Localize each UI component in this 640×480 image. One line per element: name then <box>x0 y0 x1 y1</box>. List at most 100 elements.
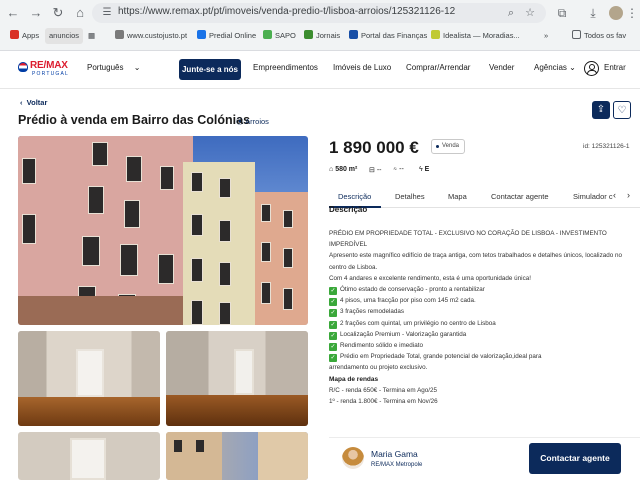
listing-reference: id: 125321126-1 <box>583 143 630 150</box>
check-icon: ✓ <box>329 354 337 363</box>
bookmark-all-folder[interactable]: Todos os fav <box>572 28 626 44</box>
menu-icon[interactable]: ⋮ <box>623 4 640 22</box>
logo-text: RE/MAX <box>30 60 68 71</box>
back-link[interactable]: ‹ Voltar <box>20 98 47 107</box>
list-item: ✓ Localização Premium - Valorização garan… <box>329 330 467 340</box>
check-icon: ✓ <box>329 287 337 296</box>
energy-feature: ϟ E <box>419 166 430 173</box>
agent-name[interactable]: Maria Gama <box>371 449 418 459</box>
location-link[interactable]: ⦿ Arroios <box>236 116 269 127</box>
description-intro: PRÉDIO EM PROPRIEDADE TOTAL - EXCLUSIVO … <box>329 230 607 249</box>
contact-agent-button[interactable]: Contactar agente <box>529 443 621 474</box>
bookmark-portal-financas[interactable]: Portal das Finanças <box>349 28 427 44</box>
photo-exterior-2[interactable] <box>166 432 308 480</box>
photo-interior-3[interactable] <box>18 432 160 480</box>
page-title: Prédio à venda em Bairro das Colónias <box>18 113 251 127</box>
zoom-icon[interactable]: ⌕ <box>503 5 519 21</box>
description-para-1: Apresento este magnífico edifício de tra… <box>329 252 622 271</box>
description-para-2: Com 4 andares e excelente rendimento, es… <box>329 274 531 282</box>
listing-price: 1 890 000 € <box>329 138 419 157</box>
rent-row: R/C - renda 650€ - Termina em Ago/25 <box>329 386 438 394</box>
check-icon: ✓ <box>329 343 337 352</box>
favorite-button[interactable]: ♡ <box>613 101 631 119</box>
photo-interior-1[interactable] <box>18 331 160 426</box>
nav-vender[interactable]: Vender <box>489 63 514 72</box>
agent-avatar[interactable] <box>342 447 364 469</box>
bookmark-apps[interactable]: Apps <box>10 28 39 44</box>
chevron-down-icon: ⌄ <box>133 63 141 72</box>
balloon-logo-icon <box>18 62 28 72</box>
bookmark-grid-icon[interactable]: ▦ <box>88 28 95 44</box>
logo-subtitle: PORTUGAL <box>32 71 70 77</box>
language-selector[interactable]: Português ⌄ <box>87 63 140 72</box>
check-icon: ✓ <box>329 309 337 318</box>
bookmark-star-icon[interactable]: ☆ <box>522 5 538 21</box>
nav-imoveis-luxo[interactable]: Imóveis de Luxo <box>333 63 391 72</box>
list-item: ✓ 2 frações com quintal, um privilégio no… <box>329 319 496 329</box>
status-badge: Venda <box>431 139 466 154</box>
site-info-icon[interactable]: ☰ <box>100 6 114 20</box>
chevron-left-icon: ‹ <box>20 98 23 107</box>
remax-logo[interactable]: RE/MAX PORTUGAL <box>18 61 74 79</box>
description-after-checks: arrendamento ou projeto exclusivo. <box>329 364 428 372</box>
address-bar[interactable]: ☰ https://www.remax.pt/pt/imoveis/venda-… <box>92 3 546 23</box>
share-button[interactable]: ⇪ <box>592 101 610 119</box>
check-icon: ✓ <box>329 320 337 329</box>
rent-map-heading: Mapa de rendas <box>329 375 379 383</box>
bookmark-predial-online[interactable]: Predial Online <box>197 28 256 44</box>
bed-icon: ⊟ <box>369 167 375 174</box>
bathrooms-feature: ⍨ -- <box>393 166 404 173</box>
list-item: ✓ 4 pisos, uma fracção por piso com 145 m… <box>329 297 476 307</box>
bookmarks-more-icon[interactable]: » <box>544 28 548 44</box>
user-icon[interactable] <box>584 61 599 76</box>
nav-empreendimentos[interactable]: Empreendimentos <box>253 63 318 72</box>
main-photo[interactable] <box>18 136 308 325</box>
area-icon: ⌂ <box>329 166 334 173</box>
home-icon[interactable]: ⌂ <box>71 4 89 22</box>
list-item: ✓ Rendimento sólido e imediato <box>329 342 423 352</box>
list-item: ✓ Prédio em Propriedade Total, grande pot… <box>329 353 542 363</box>
tabs-next-icon[interactable]: › <box>627 190 630 200</box>
tab-contactar-agente[interactable]: Contactar agente <box>491 192 549 201</box>
heart-icon: ♡ <box>617 105 627 116</box>
reload-icon[interactable]: ↻ <box>49 4 67 22</box>
tab-detalhes[interactable]: Detalhes <box>395 192 425 201</box>
tab-mapa[interactable]: Mapa <box>448 192 467 201</box>
bookmarks-bar: Apps anuncios ▦ www.custojusto.pt Predia… <box>0 26 640 46</box>
tabs-prev-icon[interactable]: ‹ <box>613 190 616 200</box>
description-heading: Descrição <box>329 205 368 214</box>
login-link[interactable]: Entrar <box>604 63 626 72</box>
bedrooms-feature: ⊟ -- <box>369 167 382 174</box>
extensions-icon[interactable]: ⧉ <box>553 4 571 22</box>
address-row: ← → ↻ ⌂ ☰ https://www.remax.pt/pt/imovei… <box>0 2 640 24</box>
bookmark-anuncios[interactable]: anuncios <box>45 28 84 44</box>
profile-avatar[interactable] <box>609 6 623 20</box>
building-pink <box>18 136 193 325</box>
area-feature: ⌂ 580 m² <box>329 166 358 173</box>
rent-row: 1º - renda 1.800€ - Termina em Nov/26 <box>329 398 438 406</box>
tab-descricao[interactable]: Descrição <box>338 192 371 201</box>
check-icon: ✓ <box>329 331 337 340</box>
list-item: ✓ 3 frações remodeladas <box>329 308 405 318</box>
agent-office[interactable]: RE/MAX Metropole <box>371 462 422 468</box>
bookmark-jornais[interactable]: Jornais <box>304 28 340 44</box>
description-panel: Descrição PRÉDIO EM PROPRIEDADE TOTAL - … <box>329 204 629 437</box>
list-item: ✓ Ótimo estado de conservação - pronto a … <box>329 286 485 296</box>
back-arrow-icon[interactable]: ← <box>4 4 22 22</box>
building-salmon <box>255 192 308 325</box>
nav-comprar-arrendar[interactable]: Comprar/Arrendar <box>406 63 470 72</box>
chevron-down-icon: ⌄ <box>569 63 576 72</box>
join-us-button[interactable]: Junte-se a nós <box>179 59 241 80</box>
nav-agencias[interactable]: Agências ⌄ <box>534 63 576 72</box>
bookmark-sapo[interactable]: SAPO <box>263 28 296 44</box>
tab-simulador[interactable]: Simulador c <box>573 192 613 201</box>
forward-arrow-icon[interactable]: → <box>27 4 45 22</box>
bookmark-custojusto[interactable]: www.custojusto.pt <box>115 28 187 44</box>
browser-chrome: ← → ↻ ⌂ ☰ https://www.remax.pt/pt/imovei… <box>0 0 640 51</box>
building-cream <box>183 162 255 325</box>
energy-icon: ϟ <box>419 166 423 173</box>
url-text[interactable]: https://www.remax.pt/pt/imoveis/venda-pr… <box>118 6 455 17</box>
photo-interior-2[interactable] <box>166 331 308 426</box>
download-icon[interactable]: ⤓ <box>584 4 602 22</box>
bookmark-idealista[interactable]: Idealista — Moradias... <box>431 28 520 44</box>
